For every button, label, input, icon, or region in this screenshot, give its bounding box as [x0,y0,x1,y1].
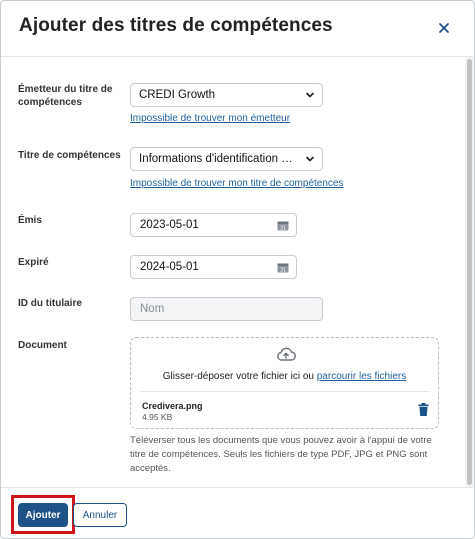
holder-id-input[interactable]: Nom [130,297,323,321]
issuer-value: CREDI Growth [139,89,216,101]
chevron-down-icon [306,156,314,162]
credential-not-found-link[interactable]: Impossible de trouver mon titre de compé… [130,178,343,189]
holder-id-label: ID du titulaire [18,298,82,309]
cancel-button[interactable]: Annuler [73,503,127,527]
dropzone-instructions: Glisser-déposer votre fichier ici ou [162,371,317,382]
expires-label: Expiré [18,257,49,268]
uploaded-file-name: Credivera.png [142,401,203,411]
svg-text:31: 31 [280,226,286,232]
dropzone-text: Glisser-déposer votre fichier ici ou par… [131,371,438,382]
issuer-select[interactable]: CREDI Growth [130,83,323,107]
calendar-icon[interactable]: 31 [277,220,289,231]
calendar-icon[interactable]: 31 [277,262,289,273]
uploaded-file-size: 4.95 KB [142,412,173,422]
svg-text:31: 31 [280,268,286,274]
add-credentials-dialog: Ajouter des titres de compétences Émette… [0,0,475,539]
expires-date-value: 2024-05-01 [140,261,199,273]
dialog-header: Ajouter des titres de compétences [1,1,474,57]
issuer-label: Émetteur du titre de compétences [18,84,113,108]
issued-date-value: 2023-05-01 [140,219,199,231]
close-icon[interactable] [436,20,452,36]
document-label: Document [18,340,67,351]
issued-label: Émis [18,215,42,226]
dropzone-divider [140,391,429,392]
trash-icon[interactable] [418,403,429,416]
issuer-not-found-link[interactable]: Impossible de trouver mon émetteur [130,113,290,124]
add-button[interactable]: Ajouter [18,503,68,527]
issued-date-input[interactable]: 2023-05-01 31 [130,213,297,237]
dialog-title: Ajouter des titres de compétences [19,15,333,36]
chevron-down-icon [306,92,314,98]
scrollbar-thumb[interactable] [467,59,472,485]
expires-date-input[interactable]: 2024-05-01 31 [130,255,297,279]
cloud-upload-icon [277,347,296,361]
scrollbar[interactable] [465,57,474,487]
credential-label: Titre de compétences [18,150,121,161]
document-help-text: Téléverser tous les documents que vous p… [130,435,432,474]
credential-value: Informations d'identification vérifiable… [139,153,323,165]
file-dropzone[interactable]: Glisser-déposer votre fichier ici ou par… [130,337,439,429]
browse-files-link[interactable]: parcourir les fichiers [317,371,406,382]
credential-select[interactable]: Informations d'identification vérifiable… [130,147,323,171]
